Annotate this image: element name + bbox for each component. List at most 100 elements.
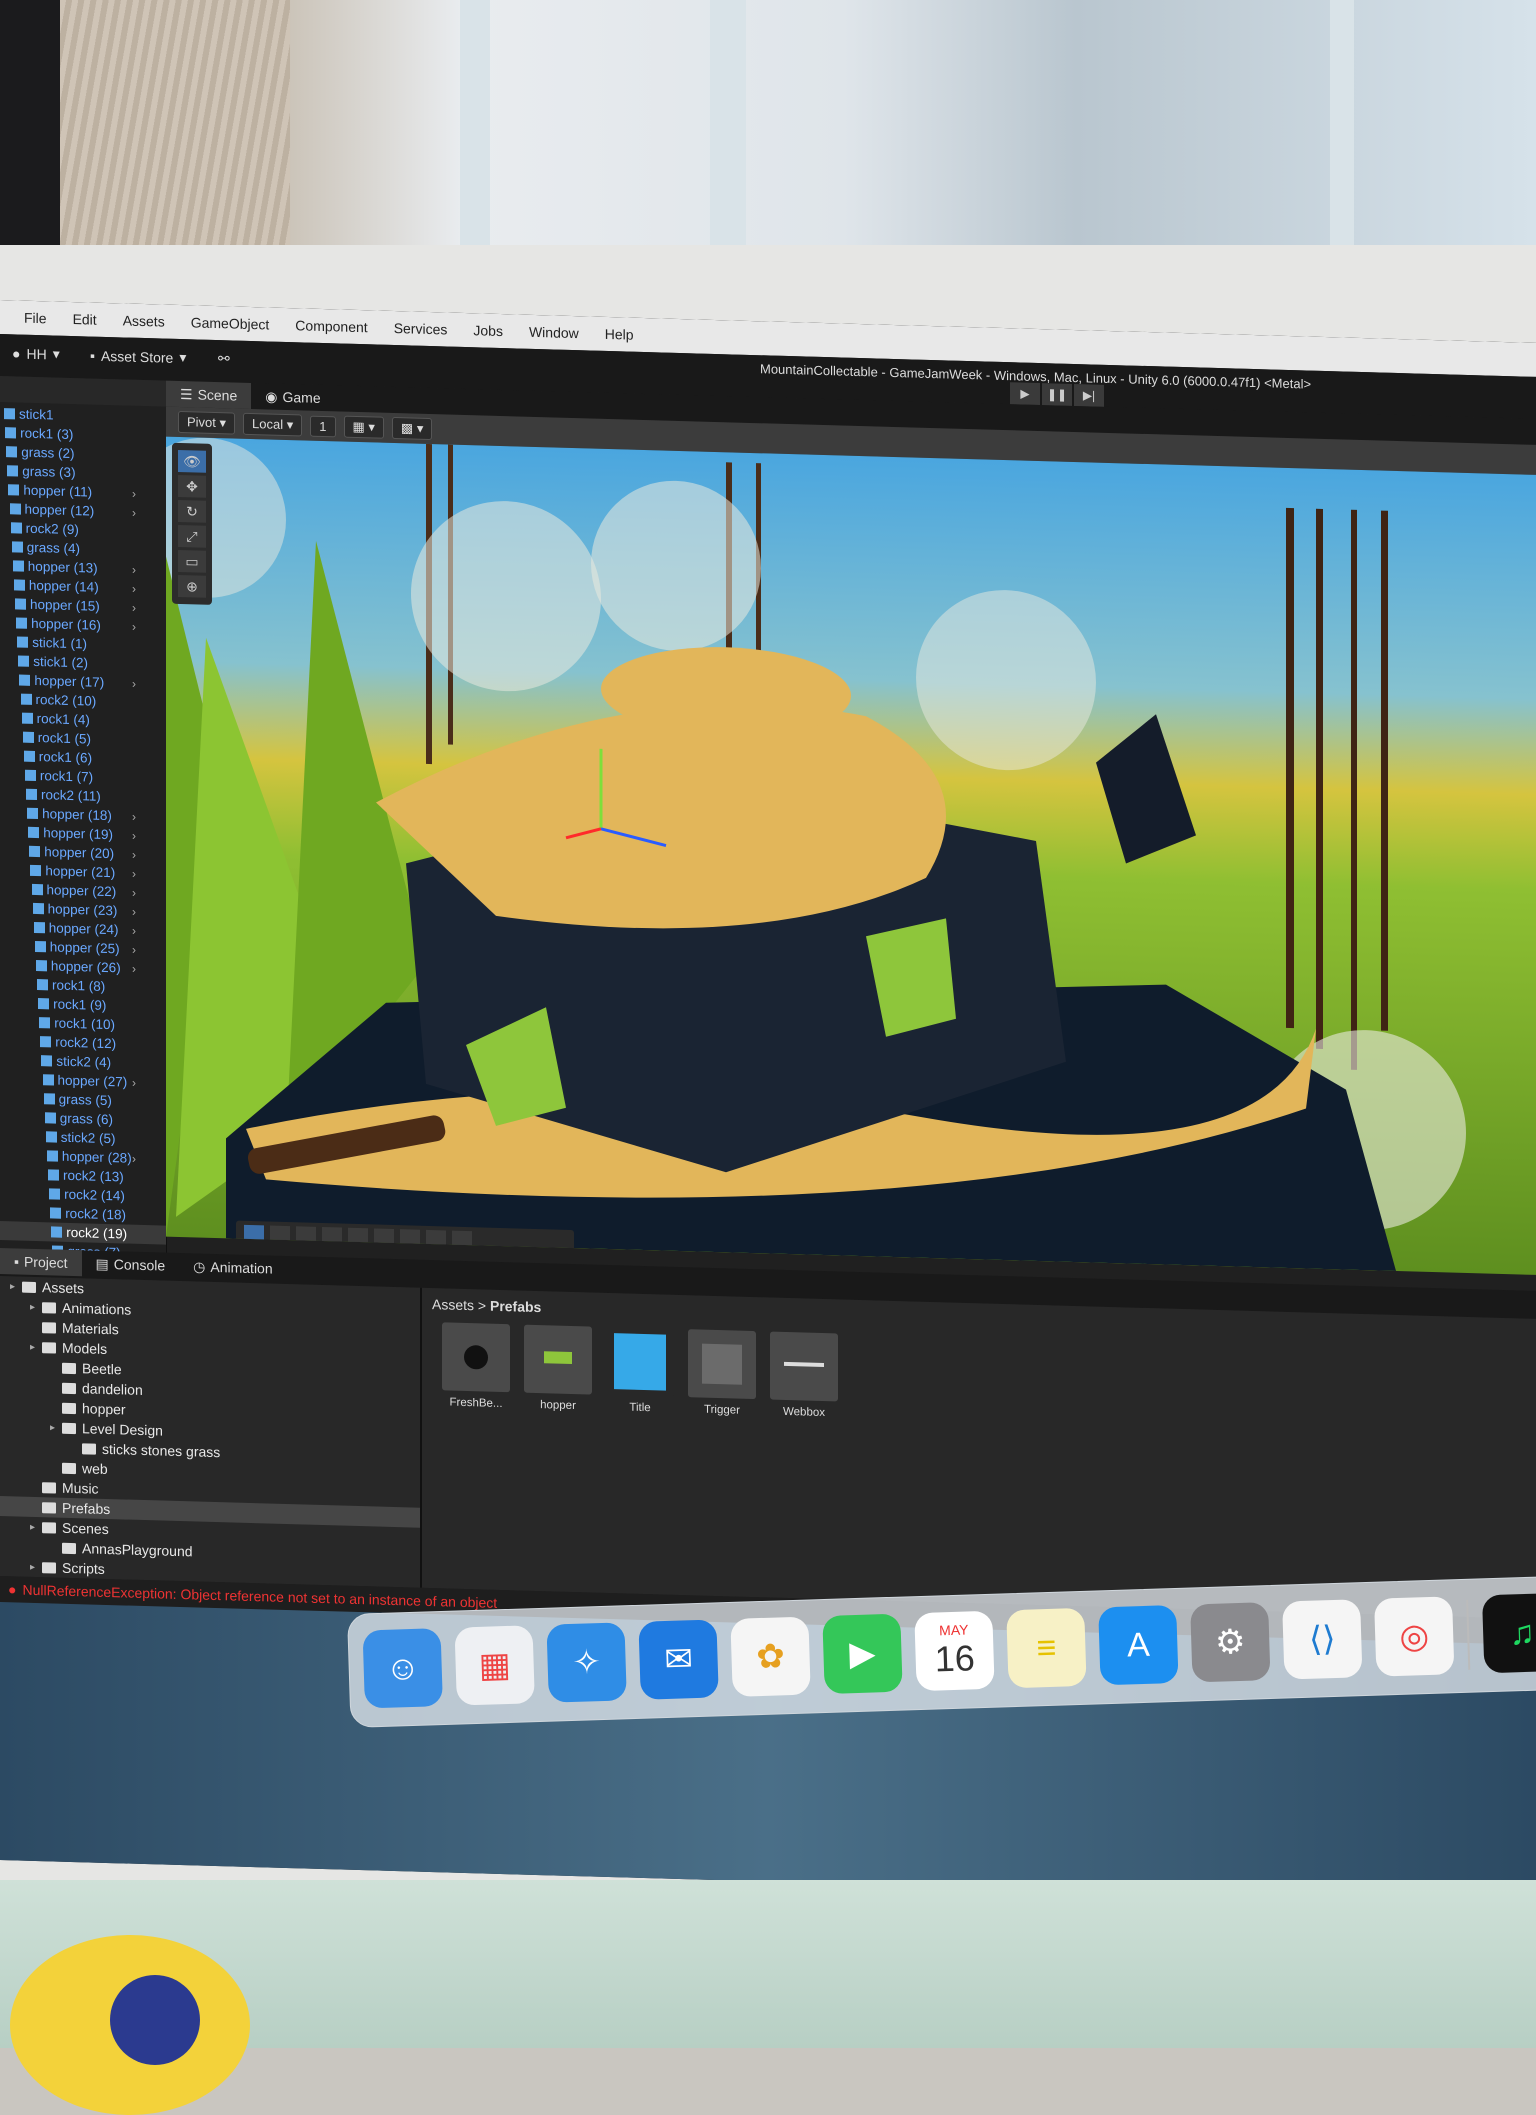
hierarchy-item-label: rock2 (14) — [64, 1187, 125, 1204]
snap-settings-dropdown[interactable]: ▦ ▾ — [344, 416, 384, 439]
notes-icon[interactable]: ≡ — [1006, 1608, 1086, 1688]
dock-separator — [1466, 1600, 1470, 1670]
photos-icon[interactable]: ✿ — [730, 1617, 810, 1697]
menu-window[interactable]: Window — [529, 324, 579, 341]
expand-arrow-icon[interactable]: › — [132, 486, 136, 500]
menu-component[interactable]: Component — [295, 317, 367, 335]
system-settings-icon[interactable]: ⚙ — [1190, 1602, 1270, 1682]
playback-controls: ▶ ❚❚ ▶| — [1010, 382, 1104, 407]
move-tool-icon[interactable]: ✥ — [178, 475, 206, 498]
hierarchy-item-label: rock2 (11) — [41, 787, 101, 804]
project-folder-label: Level Design — [82, 1420, 163, 1438]
asset-tile[interactable]: hopper — [524, 1325, 592, 1413]
menu-file[interactable]: File — [24, 310, 47, 327]
grid-snap-field[interactable]: 1 — [310, 415, 335, 437]
menu-edit[interactable]: Edit — [73, 311, 97, 328]
overlay-move-icon[interactable] — [400, 1229, 420, 1248]
expand-arrow-icon[interactable]: › — [132, 885, 136, 899]
expand-arrow-icon[interactable]: › — [132, 562, 136, 576]
expand-arrow-icon[interactable]: › — [132, 809, 136, 823]
scale-tool-icon[interactable]: ⤢ — [178, 525, 206, 548]
expand-arrow-icon[interactable]: › — [132, 923, 136, 937]
expand-arrow-icon[interactable]: › — [132, 505, 136, 519]
vscode-icon[interactable]: ⟨⟩ — [1282, 1599, 1362, 1679]
expand-arrow-icon[interactable]: ▸ — [50, 1422, 62, 1433]
account-dropdown[interactable]: ● HH ▾ — [12, 344, 60, 362]
overlay-grid-icon[interactable] — [296, 1226, 316, 1245]
finder-icon[interactable]: ☺ — [363, 1628, 443, 1708]
overlay-select-icon[interactable] — [244, 1225, 264, 1244]
facetime-icon[interactable]: ▶ — [822, 1614, 902, 1694]
asset-tile[interactable]: Trigger — [688, 1329, 756, 1417]
tab-scene[interactable]: ☰ Scene — [166, 381, 251, 409]
asset-store-button[interactable]: ▪ Asset Store ▾ — [90, 347, 186, 367]
expand-arrow-icon[interactable]: ▸ — [30, 1341, 42, 1352]
overlay-camera-icon[interactable] — [426, 1230, 446, 1249]
gameobject-cube-icon — [22, 713, 33, 724]
expand-arrow-icon[interactable]: › — [132, 904, 136, 918]
rect-tool-icon[interactable]: ▭ — [178, 550, 206, 573]
mail-icon[interactable]: ✉ — [638, 1619, 718, 1699]
menu-services[interactable]: Services — [394, 320, 448, 337]
hierarchy-item-label: rock1 (7) — [40, 768, 93, 784]
gameobject-cube-icon — [48, 1169, 59, 1180]
chrome-icon[interactable]: ◎ — [1374, 1596, 1454, 1676]
scene-viewport[interactable]: 👁 ✥ ↻ ⤢ ▭ ⊕ — [166, 437, 1536, 1275]
pivot-dropdown[interactable]: Pivot ▾ — [178, 411, 235, 435]
expand-arrow-icon[interactable]: ▸ — [30, 1301, 42, 1312]
expand-arrow-icon[interactable]: › — [132, 676, 136, 690]
expand-arrow-icon[interactable]: ▸ — [30, 1561, 42, 1572]
expand-arrow-icon[interactable]: › — [132, 866, 136, 880]
expand-arrow-icon[interactable]: › — [132, 961, 136, 975]
tab-game[interactable]: ◉ Game — [251, 383, 334, 411]
transform-tool-icon[interactable]: ⊕ — [178, 575, 206, 598]
expand-arrow-icon[interactable]: › — [132, 1075, 136, 1089]
step-button[interactable]: ▶| — [1074, 384, 1104, 407]
overlay-search-icon[interactable] — [374, 1228, 394, 1247]
gameobject-cube-icon — [44, 1093, 55, 1104]
expand-arrow-icon[interactable]: › — [132, 581, 136, 595]
overlay-gizmo-icon[interactable] — [452, 1231, 472, 1250]
project-folder-label: sticks stones grass — [102, 1441, 220, 1460]
expand-arrow-icon[interactable]: › — [132, 1151, 136, 1165]
expand-arrow-icon[interactable]: ▸ — [30, 1521, 42, 1532]
asset-tile[interactable]: FreshBe... — [442, 1322, 510, 1410]
overlay-shading-icon[interactable] — [322, 1227, 342, 1246]
expand-arrow-icon[interactable]: › — [132, 619, 136, 633]
overlay-layers-icon[interactable] — [348, 1228, 368, 1247]
expand-arrow-icon[interactable]: › — [132, 942, 136, 956]
expand-arrow-icon[interactable]: › — [132, 600, 136, 614]
version-control-icon[interactable]: ⚯ — [218, 350, 230, 367]
tab-project[interactable]: ▪ Project — [0, 1248, 82, 1276]
gameobject-cube-icon — [13, 560, 24, 571]
menu-help[interactable]: Help — [605, 326, 634, 343]
hierarchy-item-label: hopper (22) — [47, 882, 117, 899]
rotate-tool-icon[interactable]: ↻ — [178, 500, 206, 523]
launchpad-icon[interactable]: ▦ — [454, 1625, 534, 1705]
asset-tile[interactable]: Webbox — [770, 1332, 838, 1420]
play-button[interactable]: ▶ — [1010, 382, 1040, 405]
expand-arrow-icon[interactable]: › — [132, 828, 136, 842]
expand-arrow-icon[interactable]: ▸ — [10, 1281, 22, 1292]
calendar-icon[interactable]: MAY 16 — [914, 1611, 994, 1691]
asset-tile[interactable]: Title — [606, 1327, 674, 1415]
view-tool-icon[interactable]: 👁 — [178, 450, 206, 473]
safari-icon[interactable]: ✧ — [546, 1622, 626, 1702]
tab-console-label: Console — [114, 1256, 165, 1273]
hierarchy-item-label: rock1 (4) — [37, 711, 90, 727]
pause-button[interactable]: ❚❚ — [1042, 383, 1072, 406]
overlay-list-icon[interactable] — [270, 1226, 290, 1245]
clock-icon: ◷ — [193, 1258, 205, 1275]
tab-animation[interactable]: ◷ Animation — [179, 1253, 286, 1282]
breadcrumb-prefabs[interactable]: Prefabs — [490, 1298, 541, 1315]
menu-gameobject[interactable]: GameObject — [191, 314, 270, 332]
tab-console[interactable]: ▤ Console — [82, 1250, 180, 1279]
breadcrumb-assets[interactable]: Assets — [432, 1296, 474, 1313]
grid-visibility-dropdown[interactable]: ▩ ▾ — [392, 417, 432, 440]
expand-arrow-icon[interactable]: › — [132, 847, 136, 861]
menu-jobs[interactable]: Jobs — [473, 322, 503, 339]
spotify-icon[interactable]: ♫ — [1482, 1593, 1536, 1673]
local-dropdown[interactable]: Local ▾ — [243, 413, 302, 437]
app-store-icon[interactable]: A — [1098, 1605, 1178, 1685]
menu-assets[interactable]: Assets — [123, 312, 165, 329]
